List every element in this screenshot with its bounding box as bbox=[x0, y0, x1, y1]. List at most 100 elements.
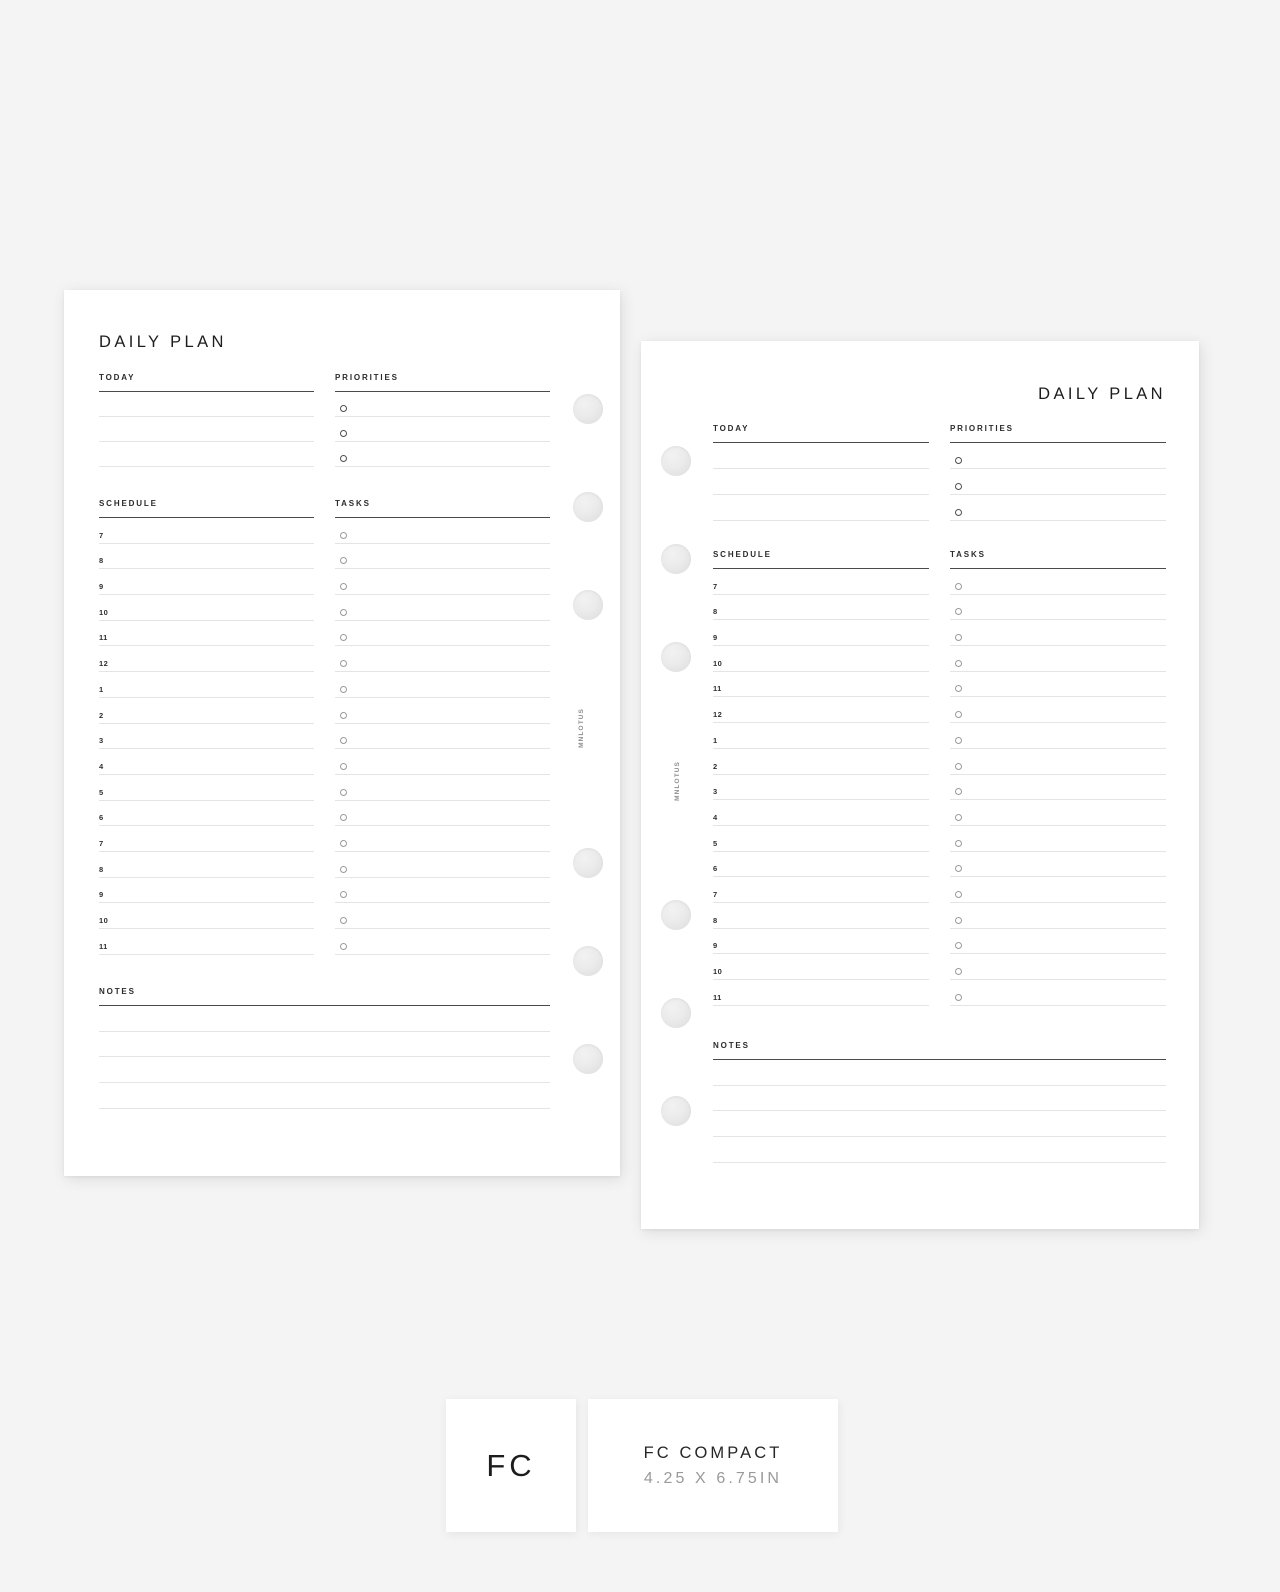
priority-row[interactable] bbox=[950, 443, 1166, 469]
schedule-row[interactable]: 8 bbox=[713, 903, 929, 929]
checkbox-circle-icon[interactable] bbox=[340, 583, 347, 591]
checkbox-circle-icon[interactable] bbox=[955, 736, 962, 744]
checkbox-circle-icon[interactable] bbox=[340, 685, 347, 693]
checkbox-circle-icon[interactable] bbox=[955, 993, 962, 1001]
task-row[interactable] bbox=[950, 646, 1166, 672]
schedule-row[interactable]: 6 bbox=[99, 801, 314, 827]
schedule-row[interactable]: 3 bbox=[99, 724, 314, 750]
checkbox-circle-icon[interactable] bbox=[340, 839, 347, 847]
checkbox-circle-icon[interactable] bbox=[340, 455, 347, 462]
schedule-row[interactable]: 9 bbox=[99, 569, 314, 596]
notes-line[interactable] bbox=[99, 1032, 550, 1058]
checkbox-circle-icon[interactable] bbox=[955, 685, 962, 693]
schedule-row[interactable]: 8 bbox=[99, 544, 314, 570]
task-row[interactable] bbox=[335, 826, 550, 852]
schedule-row[interactable]: 7 bbox=[713, 569, 929, 595]
checkbox-circle-icon[interactable] bbox=[955, 788, 962, 796]
schedule-row[interactable]: 11 bbox=[713, 980, 929, 1006]
schedule-row[interactable]: 7 bbox=[99, 826, 314, 852]
checkbox-circle-icon[interactable] bbox=[340, 660, 347, 668]
notes-line[interactable] bbox=[99, 1057, 550, 1084]
checkbox-circle-icon[interactable] bbox=[955, 634, 962, 642]
checkbox-circle-icon[interactable] bbox=[340, 531, 347, 539]
checkbox-circle-icon[interactable] bbox=[340, 711, 347, 719]
schedule-row[interactable]: 10 bbox=[713, 646, 929, 672]
checkbox-circle-icon[interactable] bbox=[340, 634, 347, 642]
task-row[interactable] bbox=[335, 646, 550, 673]
checkbox-circle-icon[interactable] bbox=[955, 942, 962, 950]
checkbox-circle-icon[interactable] bbox=[340, 557, 347, 565]
notes-line[interactable] bbox=[713, 1137, 1166, 1163]
schedule-row[interactable]: 8 bbox=[99, 852, 314, 878]
schedule-row[interactable]: 1 bbox=[713, 723, 929, 749]
priority-row[interactable] bbox=[335, 417, 550, 442]
checkbox-circle-icon[interactable] bbox=[955, 813, 962, 821]
notes-line[interactable] bbox=[99, 1083, 550, 1109]
today-line[interactable] bbox=[99, 417, 314, 442]
task-row[interactable] bbox=[950, 620, 1166, 647]
task-row[interactable] bbox=[335, 724, 550, 750]
checkbox-circle-icon[interactable] bbox=[955, 582, 962, 590]
schedule-row[interactable]: 7 bbox=[713, 877, 929, 903]
task-row[interactable] bbox=[335, 698, 550, 724]
schedule-row[interactable]: 11 bbox=[99, 621, 314, 647]
checkbox-circle-icon[interactable] bbox=[955, 457, 962, 464]
schedule-row[interactable]: 6 bbox=[713, 852, 929, 878]
schedule-row[interactable]: 2 bbox=[713, 749, 929, 775]
task-row[interactable] bbox=[950, 569, 1166, 595]
priority-row[interactable] bbox=[335, 442, 550, 467]
task-row[interactable] bbox=[950, 852, 1166, 878]
schedule-row[interactable]: 11 bbox=[99, 929, 314, 955]
task-row[interactable] bbox=[335, 621, 550, 647]
notes-line[interactable] bbox=[713, 1086, 1166, 1112]
checkbox-circle-icon[interactable] bbox=[955, 659, 962, 667]
today-line[interactable] bbox=[713, 469, 929, 495]
checkbox-circle-icon[interactable] bbox=[340, 865, 347, 873]
schedule-row[interactable]: 12 bbox=[99, 646, 314, 673]
task-row[interactable] bbox=[335, 801, 550, 827]
task-row[interactable] bbox=[335, 903, 550, 929]
task-row[interactable] bbox=[950, 672, 1166, 698]
priority-row[interactable] bbox=[950, 469, 1166, 495]
priority-row[interactable] bbox=[950, 495, 1166, 521]
checkbox-circle-icon[interactable] bbox=[340, 942, 347, 950]
task-row[interactable] bbox=[335, 518, 550, 544]
schedule-row[interactable]: 3 bbox=[713, 775, 929, 801]
checkbox-circle-icon[interactable] bbox=[955, 890, 962, 898]
schedule-row[interactable]: 10 bbox=[99, 903, 314, 929]
task-row[interactable] bbox=[950, 877, 1166, 903]
task-row[interactable] bbox=[335, 929, 550, 955]
priority-row[interactable] bbox=[335, 392, 550, 417]
checkbox-circle-icon[interactable] bbox=[955, 968, 962, 975]
schedule-row[interactable]: 10 bbox=[99, 595, 314, 621]
task-row[interactable] bbox=[335, 852, 550, 878]
schedule-row[interactable]: 1 bbox=[99, 672, 314, 698]
task-row[interactable] bbox=[335, 672, 550, 698]
checkbox-circle-icon[interactable] bbox=[340, 430, 347, 437]
checkbox-circle-icon[interactable] bbox=[340, 405, 347, 412]
task-row[interactable] bbox=[335, 569, 550, 596]
schedule-row[interactable]: 2 bbox=[99, 698, 314, 724]
task-row[interactable] bbox=[950, 800, 1166, 826]
checkbox-circle-icon[interactable] bbox=[955, 916, 962, 924]
task-row[interactable] bbox=[950, 903, 1166, 929]
task-row[interactable] bbox=[950, 697, 1166, 724]
task-row[interactable] bbox=[335, 878, 550, 904]
checkbox-circle-icon[interactable] bbox=[340, 608, 347, 616]
checkbox-circle-icon[interactable] bbox=[955, 483, 962, 490]
checkbox-circle-icon[interactable] bbox=[955, 608, 962, 616]
task-row[interactable] bbox=[950, 775, 1166, 801]
today-line[interactable] bbox=[99, 392, 314, 417]
checkbox-circle-icon[interactable] bbox=[340, 737, 347, 745]
schedule-row[interactable]: 4 bbox=[713, 800, 929, 826]
schedule-row[interactable]: 5 bbox=[713, 826, 929, 852]
schedule-row[interactable]: 11 bbox=[713, 672, 929, 698]
schedule-row[interactable]: 10 bbox=[713, 954, 929, 980]
schedule-row[interactable]: 9 bbox=[713, 929, 929, 955]
checkbox-circle-icon[interactable] bbox=[340, 814, 347, 822]
task-row[interactable] bbox=[950, 980, 1166, 1006]
task-row[interactable] bbox=[950, 954, 1166, 980]
notes-line[interactable] bbox=[713, 1060, 1166, 1086]
task-row[interactable] bbox=[950, 826, 1166, 852]
today-line[interactable] bbox=[713, 495, 929, 521]
